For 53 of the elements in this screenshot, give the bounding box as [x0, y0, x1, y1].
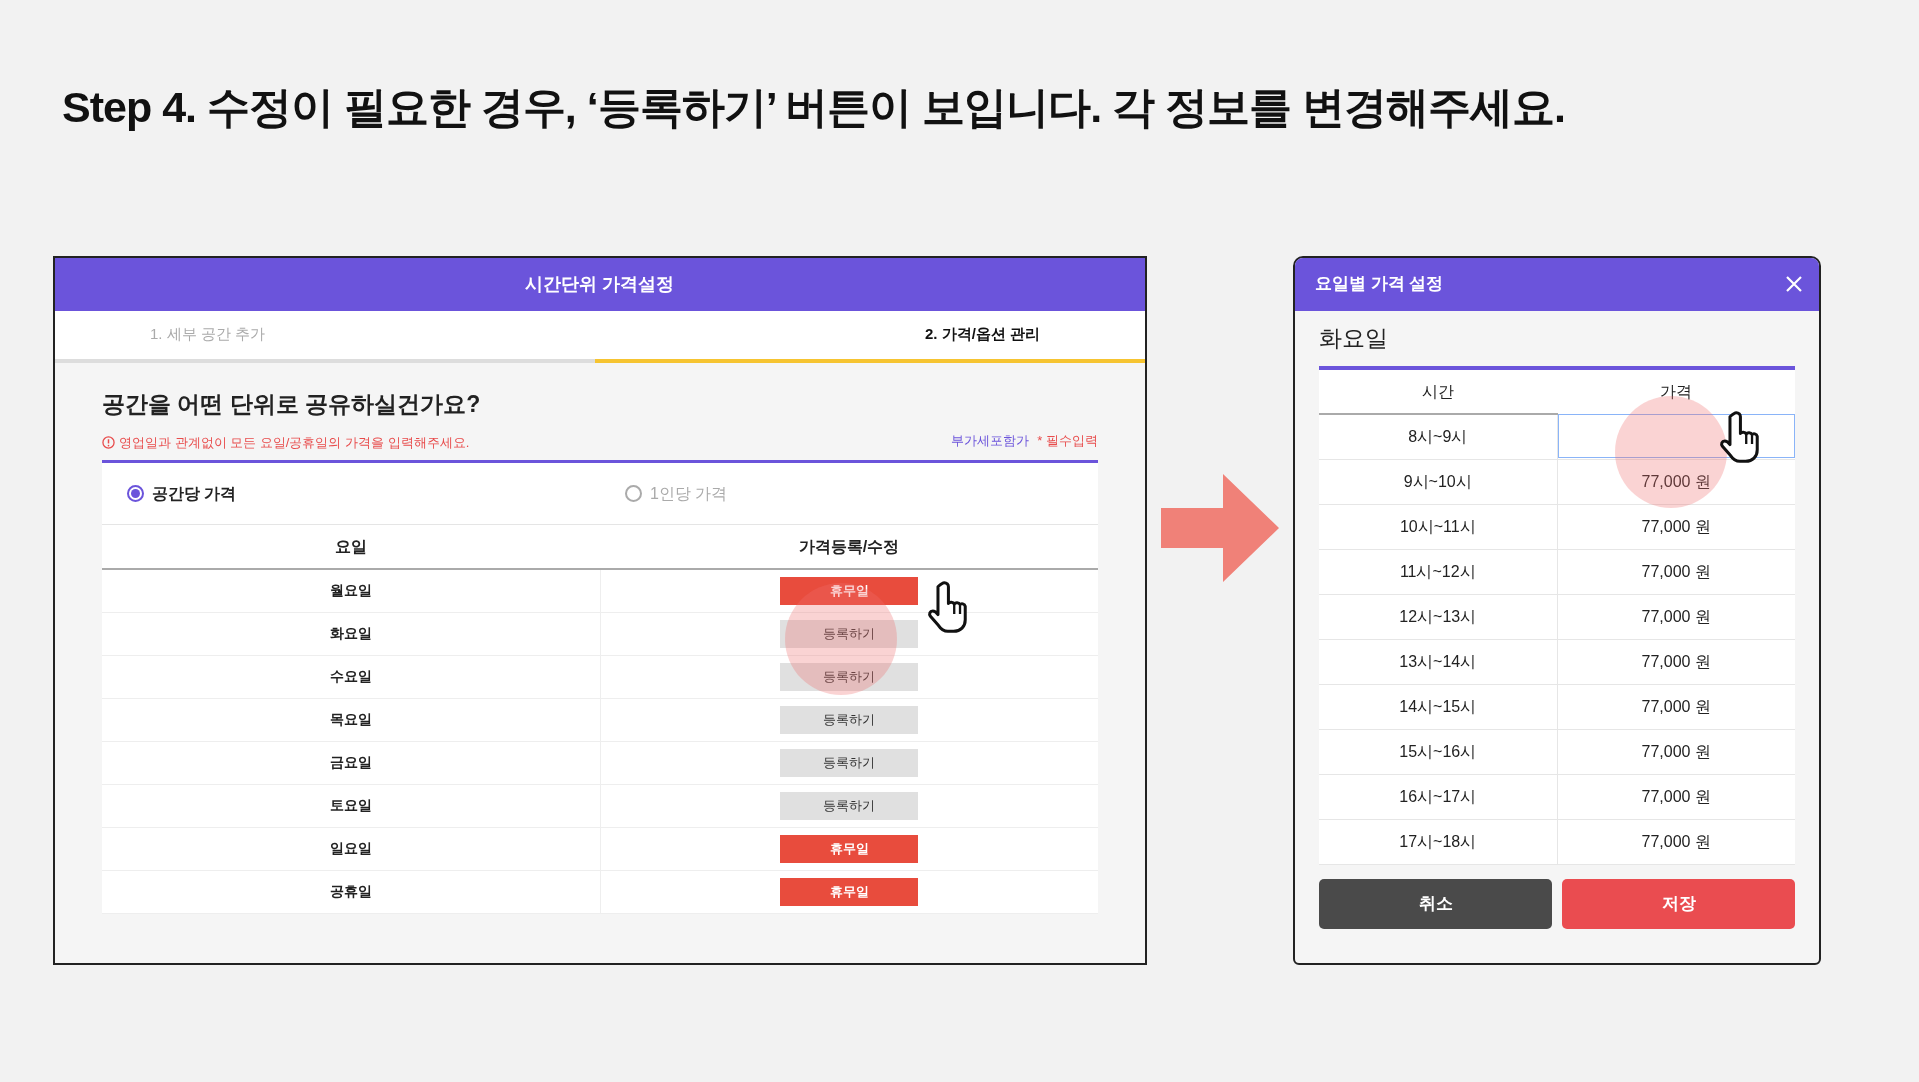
- price-cell: 77,000 원: [1557, 594, 1795, 640]
- day-cell: 수요일: [102, 655, 600, 699]
- register-button[interactable]: 등록하기: [780, 662, 919, 691]
- save-button[interactable]: 저장: [1562, 878, 1795, 929]
- question-heading: 공간을 어떤 단위로 공유하실건가요?: [102, 390, 482, 419]
- time-cell: 10시~11시: [1319, 504, 1557, 550]
- price-cell: 77,000 원: [1557, 504, 1795, 550]
- arrow-icon: [1161, 473, 1279, 582]
- time-cell: 16시~17시: [1319, 774, 1557, 820]
- radio-option[interactable]: 공간당 가격: [127, 481, 625, 506]
- column-header: 시간: [1319, 368, 1557, 415]
- close-icon[interactable]: [1785, 275, 1803, 294]
- time-cell: 13시~14시: [1319, 639, 1557, 685]
- day-cell: 월요일: [102, 569, 600, 613]
- time-cell: 15시~16시: [1319, 729, 1557, 775]
- dialog-title: 요일별 가격 설정: [1315, 273, 1444, 296]
- price-cell: 77,000 원: [1557, 639, 1795, 685]
- time-cell: 11시~12시: [1319, 549, 1557, 595]
- price-cell: 77,000 원: [1557, 459, 1795, 505]
- column-header: 가격등록/수정: [600, 525, 1098, 570]
- price-cell: 77,000 원: [1557, 549, 1795, 595]
- notice-text: 영업일과 관계없이 모든 요일/공휴일의 가격을 입력해주세요.: [119, 433, 470, 452]
- day-cell: 일요일: [102, 827, 600, 871]
- price-cell: 77,000 원: [1557, 729, 1795, 775]
- time-cell: 8시~9시: [1319, 414, 1557, 460]
- day-heading: 화요일: [1319, 324, 1389, 353]
- time-cell: 14시~15시: [1319, 684, 1557, 730]
- vat-label: 부가세포함가: [951, 433, 1030, 449]
- window-title: 시간단위 가격설정: [55, 257, 1145, 311]
- day-off-button[interactable]: 휴무일: [780, 877, 919, 906]
- required-label: * 필수입력: [1037, 433, 1098, 449]
- column-header: 가격: [1557, 368, 1795, 415]
- day-cell: 화요일: [102, 612, 600, 656]
- day-off-button[interactable]: 휴무일: [780, 834, 919, 863]
- slide-title: Step 4. 수정이 필요한 경우, ‘등록하기’ 버튼이 보입니다. 각 정보를 변경해주세요.: [62, 82, 1566, 133]
- time-cell: 9시~10시: [1319, 459, 1557, 505]
- column-header: 요일: [102, 525, 600, 570]
- day-cell: 공휴일: [102, 870, 600, 914]
- register-button[interactable]: 등록하기: [780, 791, 919, 820]
- price-cell: 77,000 원: [1557, 819, 1795, 865]
- price-cell: 77,000 원: [1557, 774, 1795, 820]
- time-cell: 12시~13시: [1319, 594, 1557, 640]
- day-cell: 목요일: [102, 698, 600, 742]
- day-cell: 토요일: [102, 784, 600, 828]
- warning-icon: [102, 435, 115, 449]
- register-button[interactable]: 등록하기: [780, 619, 919, 648]
- time-cell: 17시~18시: [1319, 819, 1557, 865]
- cancel-button[interactable]: 취소: [1319, 878, 1552, 929]
- register-button[interactable]: 등록하기: [780, 705, 919, 734]
- day-off-button[interactable]: 휴무일: [780, 576, 919, 605]
- day-cell: 금요일: [102, 741, 600, 785]
- price-cell: 77,000 원: [1557, 684, 1795, 730]
- register-button[interactable]: 등록하기: [780, 748, 919, 777]
